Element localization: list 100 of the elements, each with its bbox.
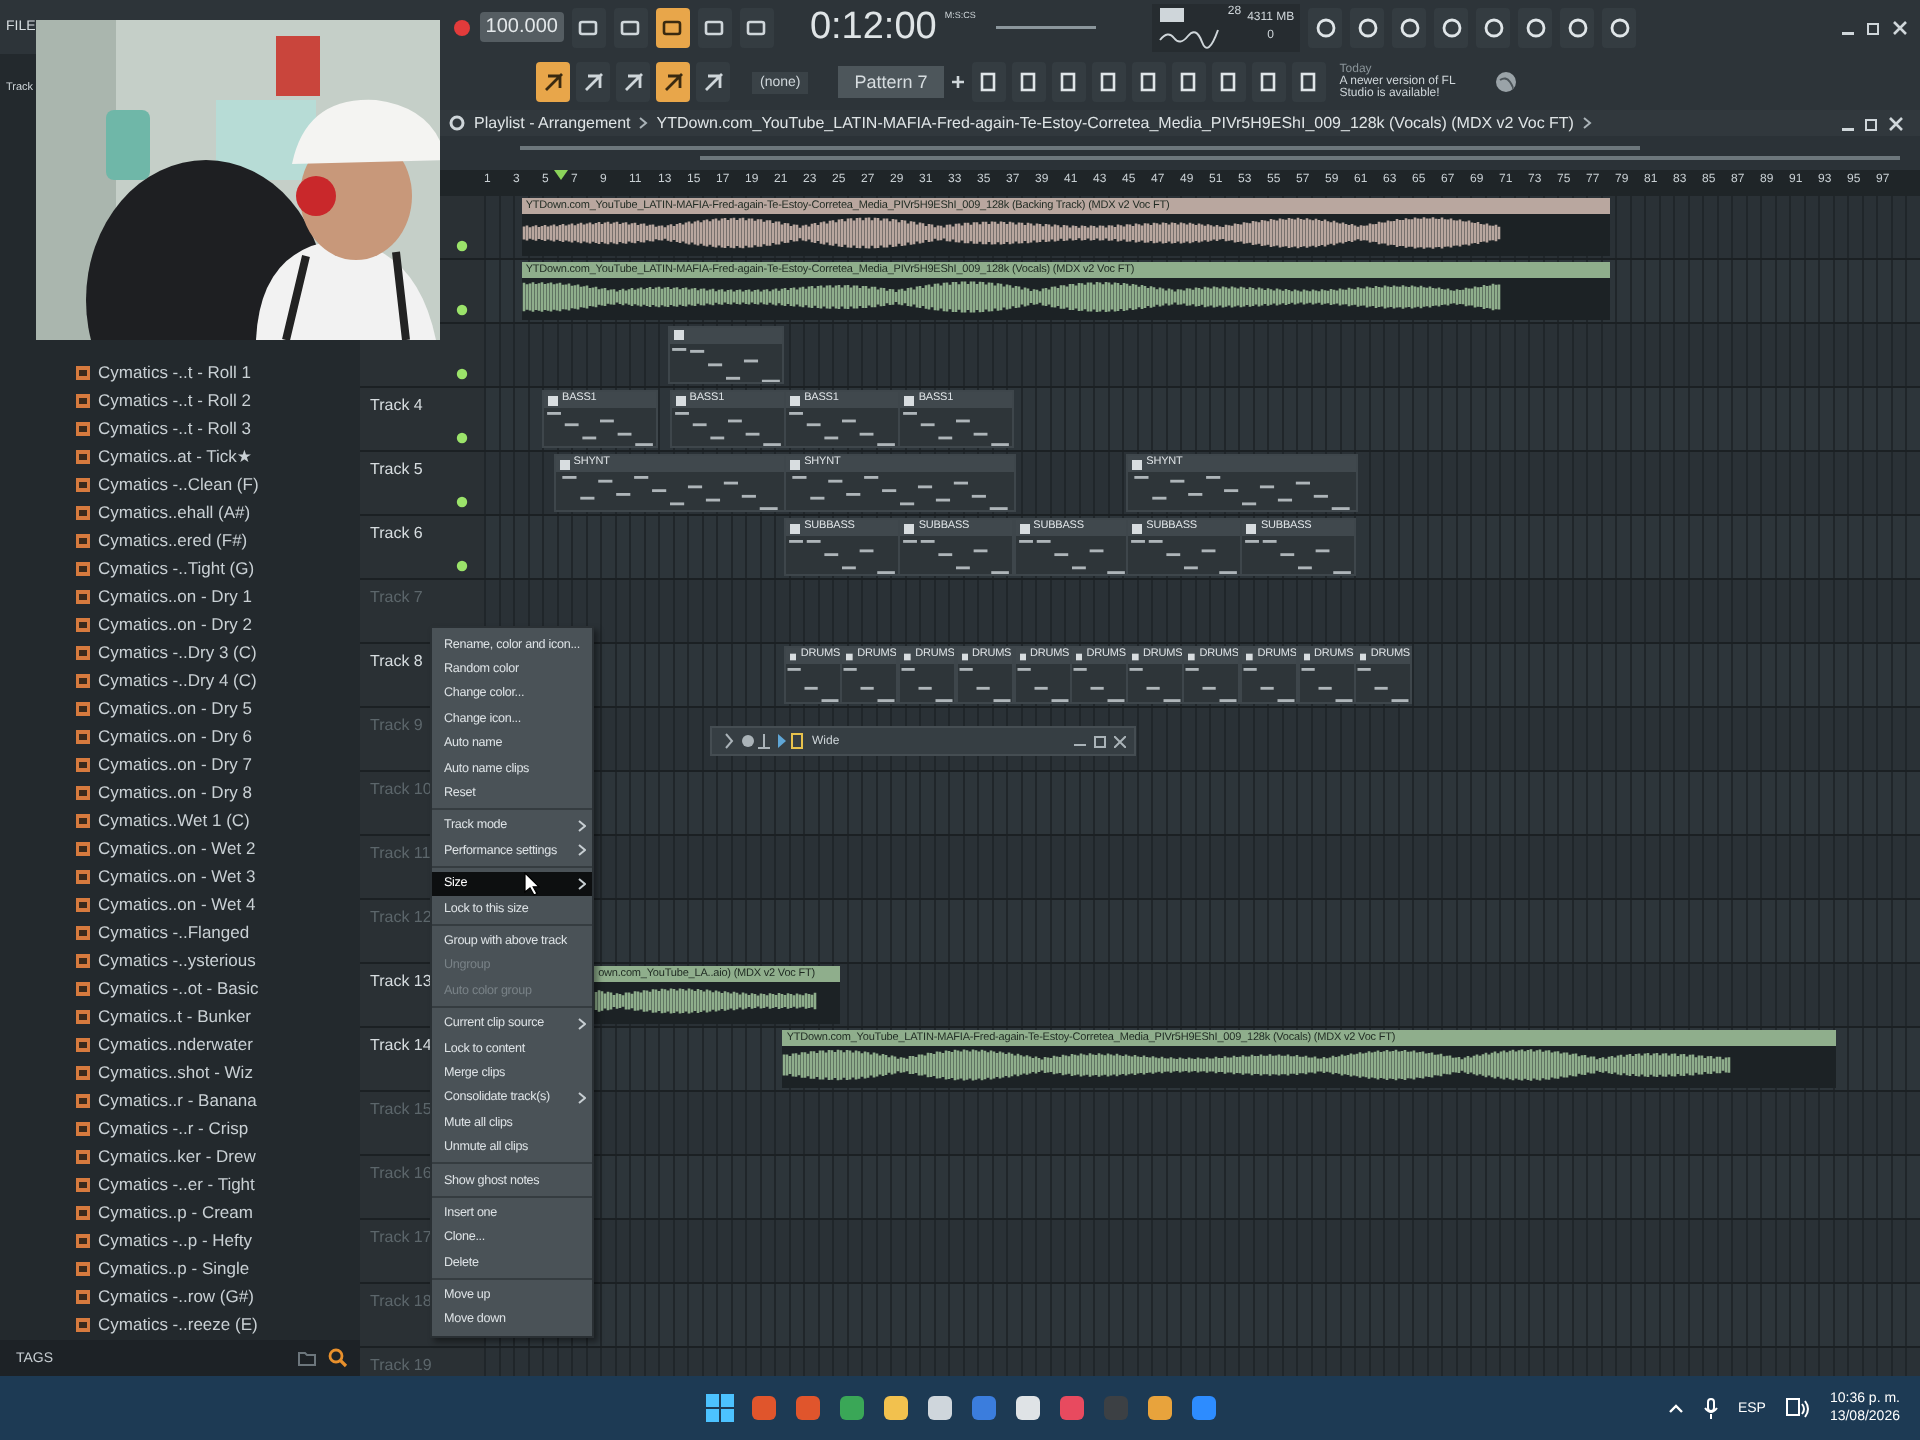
browser-item[interactable]: Cymatics..r - Banana — [76, 1086, 360, 1114]
browser-item[interactable]: Cymatics..ker - Drew — [76, 1142, 360, 1170]
restore-icon[interactable] — [1866, 19, 1882, 35]
browser-item-label: Cymatics -..reeze (E) — [98, 1314, 258, 1334]
browser-item[interactable]: Cymatics -..Clean (F) — [76, 470, 360, 498]
pattern-clip[interactable] — [668, 326, 785, 384]
note-preview — [786, 668, 841, 702]
network-icon[interactable] — [1785, 1397, 1810, 1419]
browser-item-label: Cymatics..t - Bunker — [98, 1006, 252, 1026]
browser-item[interactable]: Cymatics -..er - Tight — [76, 1170, 360, 1198]
note-preview — [1015, 668, 1070, 702]
browser-item[interactable]: Cymatics..nderwater — [76, 1030, 360, 1058]
note-preview — [544, 412, 656, 446]
note-preview — [1299, 668, 1354, 702]
browser-item[interactable]: Cymatics..at - Tick★ — [76, 442, 360, 470]
browser-item-label: Cymatics..on - Wet 2 — [98, 838, 256, 858]
browser-item[interactable]: Cymatics -..r - Crisp — [76, 1114, 360, 1142]
pattern-icon — [904, 651, 912, 661]
browser-item[interactable]: Cymatics -..row (G#) — [76, 1282, 360, 1310]
record-icon[interactable] — [451, 17, 472, 37]
track-led[interactable] — [456, 240, 468, 252]
note-preview — [1128, 540, 1241, 574]
pattern-icon — [1303, 651, 1311, 661]
restore-icon[interactable] — [1864, 115, 1880, 131]
browser-item[interactable]: Cymatics -..ot - Basic — [76, 974, 360, 1002]
arrow-button[interactable] — [576, 62, 610, 102]
browser-item[interactable]: Cymatics..on - Dry 8 — [76, 778, 360, 806]
track-led[interactable] — [456, 432, 468, 444]
browser-item[interactable]: Cymatics..on - Dry 2 — [76, 610, 360, 638]
browser-item-label: Cymatics -..Tight (G) — [98, 558, 255, 578]
browser-item-label: Cymatics..ered (F#) — [98, 530, 248, 550]
pattern-icon — [961, 651, 968, 661]
browser-item[interactable]: Cymatics..on - Wet 3 — [76, 862, 360, 890]
note-preview — [1242, 540, 1355, 574]
browser-item[interactable]: Cymatics..ered (F#) — [76, 526, 360, 554]
browser-item[interactable]: Cymatics -..t - Roll 2 — [76, 386, 360, 414]
browser-item-label: Cymatics..on - Dry 7 — [98, 754, 252, 774]
wave-button[interactable] — [571, 7, 606, 47]
plus-icon[interactable] — [949, 74, 966, 90]
browser-item[interactable]: Cymatics -..Flanged — [76, 918, 360, 946]
browser-item[interactable]: Cymatics..on - Wet 4 — [76, 890, 360, 918]
browser-item[interactable]: Cymatics -..t - Roll 3 — [76, 414, 360, 442]
track-name: Track 5 — [370, 460, 423, 478]
arrow-icon — [581, 70, 605, 94]
position-line[interactable] — [995, 25, 1096, 29]
browser-item[interactable]: Cymatics..ehall (A#) — [76, 498, 360, 526]
pattern-icon — [1246, 523, 1257, 533]
browser-item[interactable]: Cymatics -..t - Roll 1 — [76, 358, 360, 386]
chevron-icon — [1581, 116, 1592, 130]
restore-icon[interactable] — [1094, 735, 1106, 747]
track-header[interactable]: Track 5 — [360, 452, 484, 514]
note-preview — [900, 412, 1013, 446]
pattern-icon — [1132, 651, 1139, 661]
breadcrumb-item[interactable]: Playlist - Arrangement — [474, 114, 631, 132]
tool-icons-drawing[interactable] — [724, 732, 804, 750]
breadcrumb-item[interactable]: YTDown.com_YouTube_LATIN-MAFIA-Fred-again-Te-Estoy-Corretea_Media_PIVr5H9EShI_009_128k (Vocals) (MDX v2 Voc FT) — [656, 114, 1574, 132]
browser-item[interactable]: Cymatics..shot - Wiz — [76, 1058, 360, 1086]
browser-item[interactable]: Cymatics -..ysterious — [76, 946, 360, 974]
chevron-up-icon[interactable] — [1667, 1402, 1684, 1414]
browser-item[interactable]: Cymatics -..Tight (G) — [76, 554, 360, 582]
browser-item-label: Cymatics..on - Wet 3 — [98, 866, 256, 886]
close-icon[interactable] — [1888, 115, 1904, 131]
browser-item[interactable]: Cymatics..p - Single — [76, 1254, 360, 1282]
track-led[interactable] — [456, 560, 468, 572]
browser-item-label: Cymatics..on - Dry 6 — [98, 726, 252, 746]
tempo-display[interactable]: 100.000 — [479, 12, 564, 42]
note-preview — [1242, 668, 1297, 702]
close-icon[interactable] — [1114, 735, 1126, 747]
browser-item[interactable]: Cymatics..Wet 1 (C) — [76, 806, 360, 834]
close-icon[interactable] — [1892, 19, 1908, 35]
gear-icon[interactable] — [448, 114, 466, 132]
browser-item[interactable]: Cymatics -..Dry 3 (C) — [76, 638, 360, 666]
browser-item-label: Cymatics -..t - Roll 2 — [98, 390, 252, 410]
track-led[interactable] — [456, 368, 468, 380]
track-led[interactable] — [456, 304, 468, 316]
pattern-icon — [1132, 459, 1143, 469]
track-header[interactable]: Track 6 — [360, 516, 484, 578]
track-led[interactable] — [456, 496, 468, 508]
browser-item-label: Cymatics -..r - Crisp — [98, 1118, 249, 1138]
browser-item[interactable]: Cymatics..on - Dry 1 — [76, 582, 360, 610]
browser-item[interactable]: Cymatics..on - Dry 7 — [76, 750, 360, 778]
pattern-icon — [674, 330, 685, 341]
track-header[interactable]: Track 4 — [360, 388, 484, 450]
pattern-selector[interactable]: Pattern 7 — [838, 66, 944, 98]
browser-item[interactable]: Cymatics -..reeze (E) — [76, 1310, 360, 1338]
browser-item-label: Cymatics -..Dry 3 (C) — [98, 642, 257, 662]
note-preview — [786, 540, 899, 574]
windows-start-icon[interactable] — [706, 1394, 734, 1422]
browser-item[interactable]: Cymatics -..Dry 4 (C) — [76, 666, 360, 694]
browser-item-label: Cymatics..shot - Wiz — [98, 1062, 253, 1082]
cursor-icon — [524, 872, 540, 896]
browser-item[interactable]: Cymatics -..p - Hefty — [76, 1226, 360, 1254]
search-icon[interactable] — [328, 1348, 348, 1368]
browser-item[interactable]: Cymatics..on - Dry 6 — [76, 722, 360, 750]
browser-item[interactable]: Cymatics..t - Bunker — [76, 1002, 360, 1030]
browser-item[interactable]: Cymatics..on - Dry 5 — [76, 694, 360, 722]
browser-item[interactable]: Cymatics..p - Cream — [76, 1198, 360, 1226]
browser-item-label: Cymatics -..Dry 4 (C) — [98, 670, 257, 690]
browser-item[interactable]: Cymatics..on - Wet 2 — [76, 834, 360, 862]
note-preview — [1128, 668, 1183, 702]
